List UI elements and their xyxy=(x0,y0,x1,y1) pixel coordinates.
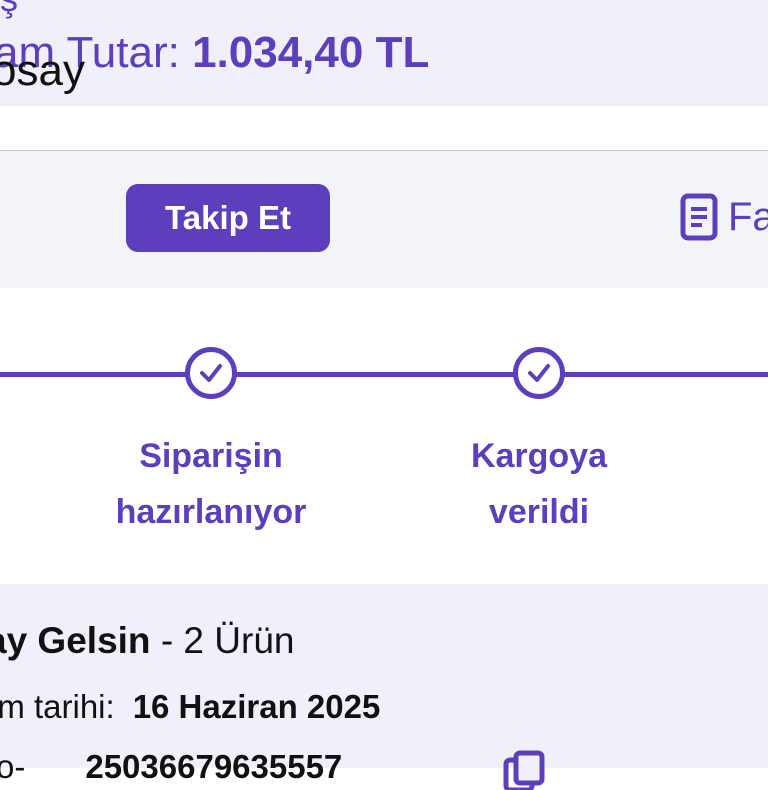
document-icon xyxy=(680,193,718,241)
step-label-shipped: Kargoya verildi xyxy=(389,428,689,540)
invoice-link[interactable]: Fa xyxy=(680,193,768,241)
spacer xyxy=(0,106,768,151)
step-2-check-icon xyxy=(513,347,565,399)
shipment-title: ay Gelsin - 2 Ürün xyxy=(0,620,294,662)
follow-button[interactable]: Takip Et xyxy=(126,184,330,252)
step-label-preparing: Siparişin hazırlanıyor xyxy=(61,428,361,540)
delivery-service-name: ay Gelsin xyxy=(0,620,151,661)
delivery-label: im tarihi: xyxy=(0,688,115,725)
seller-name[interactable]: osay xyxy=(0,46,85,96)
shipment-info-panel xyxy=(0,584,768,768)
copy-icon[interactable] xyxy=(502,750,550,790)
step-2-line-1: Kargoya xyxy=(470,437,608,475)
invoice-label: Fa xyxy=(728,194,768,239)
tracking-number-row: o- 25036679635557 xyxy=(0,748,342,786)
progress-line xyxy=(0,372,768,377)
step-1-line-1: Siparişin xyxy=(139,437,283,475)
total-amount: 1.034,40 TL xyxy=(192,28,430,77)
tracking-label: o- xyxy=(0,748,26,785)
tracking-number: 25036679635557 xyxy=(85,748,343,785)
delivery-date: 16 Haziran 2025 xyxy=(132,688,381,725)
seller-bar xyxy=(0,151,768,288)
delivery-date-row: im tarihi: 16 Haziran 2025 xyxy=(0,688,380,726)
step-2-line-2: verildi xyxy=(488,493,590,531)
step-1-line-2: hazırlanıyor xyxy=(115,493,307,531)
product-count: - 2 Ürün xyxy=(160,620,295,661)
step-1-check-icon xyxy=(185,347,237,399)
cut-off-text: ş xyxy=(0,0,18,20)
